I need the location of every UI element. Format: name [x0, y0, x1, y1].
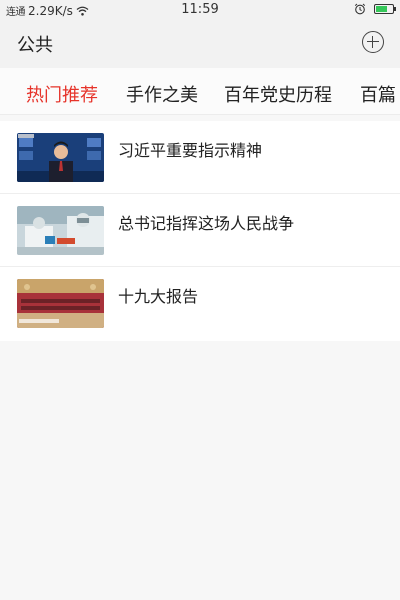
list-item[interactable]: 习近平重要指示精神: [0, 121, 400, 194]
status-time: 11:59: [181, 2, 219, 17]
status-right: [354, 3, 396, 15]
page-title: 公共: [17, 35, 53, 56]
list-item[interactable]: 总书记指挥这场人民战争: [0, 194, 400, 267]
tab-handcraft-beauty[interactable]: 手作之美: [126, 81, 198, 107]
congress-hall-thumbnail: [17, 279, 104, 328]
lab-workers-thumbnail: [17, 206, 104, 255]
header-bar: 公共: [0, 22, 400, 68]
alarm-icon: [354, 3, 366, 15]
tab-truncated[interactable]: 百篇: [360, 81, 396, 107]
article-list: 习近平重要指示精神 总书记指挥这场人民战争 十九大报告: [0, 121, 400, 341]
list-item[interactable]: 十九大报告: [0, 267, 400, 341]
status-bar: 连通 2.29K/s 11:59: [0, 0, 400, 22]
category-tabs: 热门推荐 手作之美 百年党史历程 百篇: [0, 68, 400, 115]
add-channel-button[interactable]: [362, 31, 384, 53]
news-anchor-thumbnail: [17, 133, 104, 182]
article-title: 十九大报告: [118, 287, 199, 306]
article-title: 习近平重要指示精神: [118, 141, 263, 160]
battery-level: [376, 6, 387, 12]
tab-party-history[interactable]: 百年党史历程: [224, 81, 332, 107]
article-title: 总书记指挥这场人民战争: [118, 214, 295, 233]
tab-hot-recommend[interactable]: 热门推荐: [26, 81, 98, 107]
battery-icon: [374, 4, 396, 14]
